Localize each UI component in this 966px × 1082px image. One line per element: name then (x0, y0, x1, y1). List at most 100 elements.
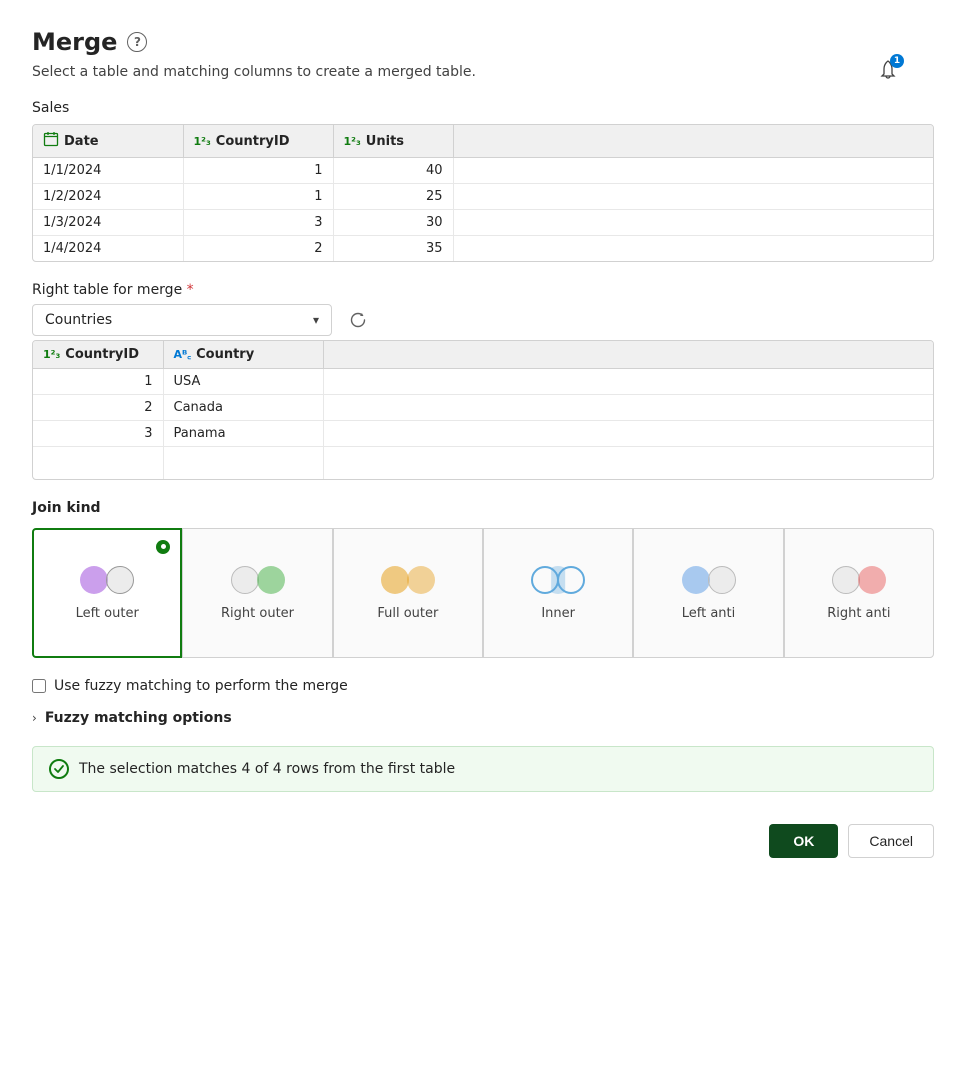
sales-col-units-label: Units (366, 134, 404, 149)
cell-countryid: 2 (183, 236, 333, 262)
cell-empty (453, 210, 933, 236)
page-title-text: Merge (32, 28, 117, 56)
fuzzy-checkbox[interactable] (32, 679, 46, 693)
join-options-container: Left outer Right outer Full outer (32, 528, 934, 658)
cell-date: 1/3/2024 (33, 210, 183, 236)
countries-col-empty (323, 341, 933, 369)
cancel-button[interactable]: Cancel (848, 824, 934, 858)
selected-indicator (156, 540, 170, 554)
cell-countryid: 1 (183, 184, 333, 210)
countries-col-country[interactable]: Aᴮ꜀ Country (163, 341, 323, 369)
join-kind-label: Join kind (32, 500, 934, 516)
cell-country: Canada (163, 395, 323, 421)
join-option-left-outer[interactable]: Left outer (32, 528, 182, 658)
notification-icon[interactable]: 1 (874, 56, 902, 84)
cell-date: 1/4/2024 (33, 236, 183, 262)
sales-section-label: Sales (32, 100, 934, 116)
page-title-row: Merge ? (32, 28, 934, 56)
table-row: 3 Panama (33, 421, 933, 447)
chevron-right-icon: › (32, 711, 37, 725)
cell-empty (453, 158, 933, 184)
venn-inner (531, 562, 585, 598)
venn-right-anti (832, 562, 886, 598)
venn-right-outer (231, 562, 285, 598)
table-row: 1/3/2024 3 30 (33, 210, 933, 236)
cell-date: 1/1/2024 (33, 158, 183, 184)
status-message: The selection matches 4 of 4 rows from t… (79, 761, 455, 777)
venn-left-anti (682, 562, 736, 598)
dropdown-row: Countries ▾ (32, 304, 934, 336)
action-row: OK Cancel (32, 824, 934, 858)
country-type-icon: Aᴮ꜀ (174, 347, 192, 362)
countries-col-countryid[interactable]: 1²₃ CountryID (33, 341, 163, 369)
join-option-label-left-outer: Left outer (76, 606, 139, 623)
cell-countryid: 3 (33, 421, 163, 447)
cell-units: 25 (333, 184, 453, 210)
table-row-empty (33, 447, 933, 479)
cell-country: USA (163, 369, 323, 395)
cell-empty (453, 184, 933, 210)
fuzzy-matching-section[interactable]: › Fuzzy matching options (32, 710, 934, 726)
join-option-label-right-outer: Right outer (221, 606, 294, 623)
sales-col-empty (453, 125, 933, 158)
venn-full-outer (381, 562, 435, 598)
page-container: 1 Merge ? Select a table and matching co… (32, 28, 934, 858)
venn-left-outer (80, 562, 134, 598)
status-check-icon (49, 759, 69, 779)
sales-table-container: Date 1²₃ CountryID 1²₃ Units (32, 124, 934, 262)
countries-header-row: 1²₃ CountryID Aᴮ꜀ Country (33, 341, 933, 369)
join-option-right-outer[interactable]: Right outer (182, 528, 332, 658)
sales-col-date[interactable]: Date (33, 125, 183, 158)
cell-empty (323, 395, 933, 421)
fuzzy-checkbox-row: Use fuzzy matching to perform the merge (32, 678, 934, 694)
chevron-down-icon: ▾ (313, 313, 319, 327)
sales-col-units[interactable]: 1²₃ Units (333, 125, 453, 158)
table-row: 1/4/2024 2 35 (33, 236, 933, 262)
cell-units: 35 (333, 236, 453, 262)
cell-units: 40 (333, 158, 453, 184)
join-option-inner[interactable]: Inner (483, 528, 633, 658)
cell-countryid: 1 (33, 369, 163, 395)
status-bar: The selection matches 4 of 4 rows from t… (32, 746, 934, 792)
sales-col-countryid[interactable]: 1²₃ CountryID (183, 125, 333, 158)
refresh-icon[interactable] (344, 306, 372, 334)
cell-empty (323, 369, 933, 395)
sales-table-header-row: Date 1²₃ CountryID 1²₃ Units (33, 125, 933, 158)
sales-col-date-label: Date (64, 134, 99, 149)
table-row: 2 Canada (33, 395, 933, 421)
subtitle-text: Select a table and matching columns to c… (32, 64, 934, 80)
join-option-label-left-anti: Left anti (682, 606, 736, 623)
help-icon[interactable]: ? (127, 32, 147, 52)
sales-table: Date 1²₃ CountryID 1²₃ Units (33, 125, 933, 261)
table-row: 1/2/2024 1 25 (33, 184, 933, 210)
required-indicator: * (187, 282, 194, 298)
right-table-dropdown[interactable]: Countries ▾ (32, 304, 332, 336)
cell-date: 1/2/2024 (33, 184, 183, 210)
cell-empty (323, 421, 933, 447)
join-option-label-right-anti: Right anti (827, 606, 890, 623)
countries-col-country-label: Country (196, 347, 254, 362)
cell-countryid: 2 (33, 395, 163, 421)
countries-table-container: 1²₃ CountryID Aᴮ꜀ Country 1 (32, 340, 934, 480)
countryid-type-icon2: 1²₃ (43, 348, 60, 361)
cell-units: 30 (333, 210, 453, 236)
ok-button[interactable]: OK (769, 824, 838, 858)
notification-badge: 1 (890, 54, 904, 68)
cell-countryid: 3 (183, 210, 333, 236)
cell-countryid: 1 (183, 158, 333, 184)
table-row: 1/1/2024 1 40 (33, 158, 933, 184)
fuzzy-checkbox-label[interactable]: Use fuzzy matching to perform the merge (54, 678, 348, 694)
units-type-icon: 1²₃ (344, 135, 361, 148)
join-option-right-anti[interactable]: Right anti (784, 528, 934, 658)
sales-col-countryid-label: CountryID (216, 134, 290, 149)
join-option-full-outer[interactable]: Full outer (333, 528, 483, 658)
cell-empty (453, 236, 933, 262)
join-option-left-anti[interactable]: Left anti (633, 528, 783, 658)
join-option-label-full-outer: Full outer (377, 606, 438, 623)
countries-table: 1²₃ CountryID Aᴮ꜀ Country 1 (33, 341, 933, 479)
cell-country: Panama (163, 421, 323, 447)
countryid-type-icon: 1²₃ (194, 135, 211, 148)
right-table-label-row: Right table for merge * (32, 282, 934, 298)
join-option-label-inner: Inner (541, 606, 575, 623)
countries-col-countryid-label: CountryID (65, 347, 139, 362)
